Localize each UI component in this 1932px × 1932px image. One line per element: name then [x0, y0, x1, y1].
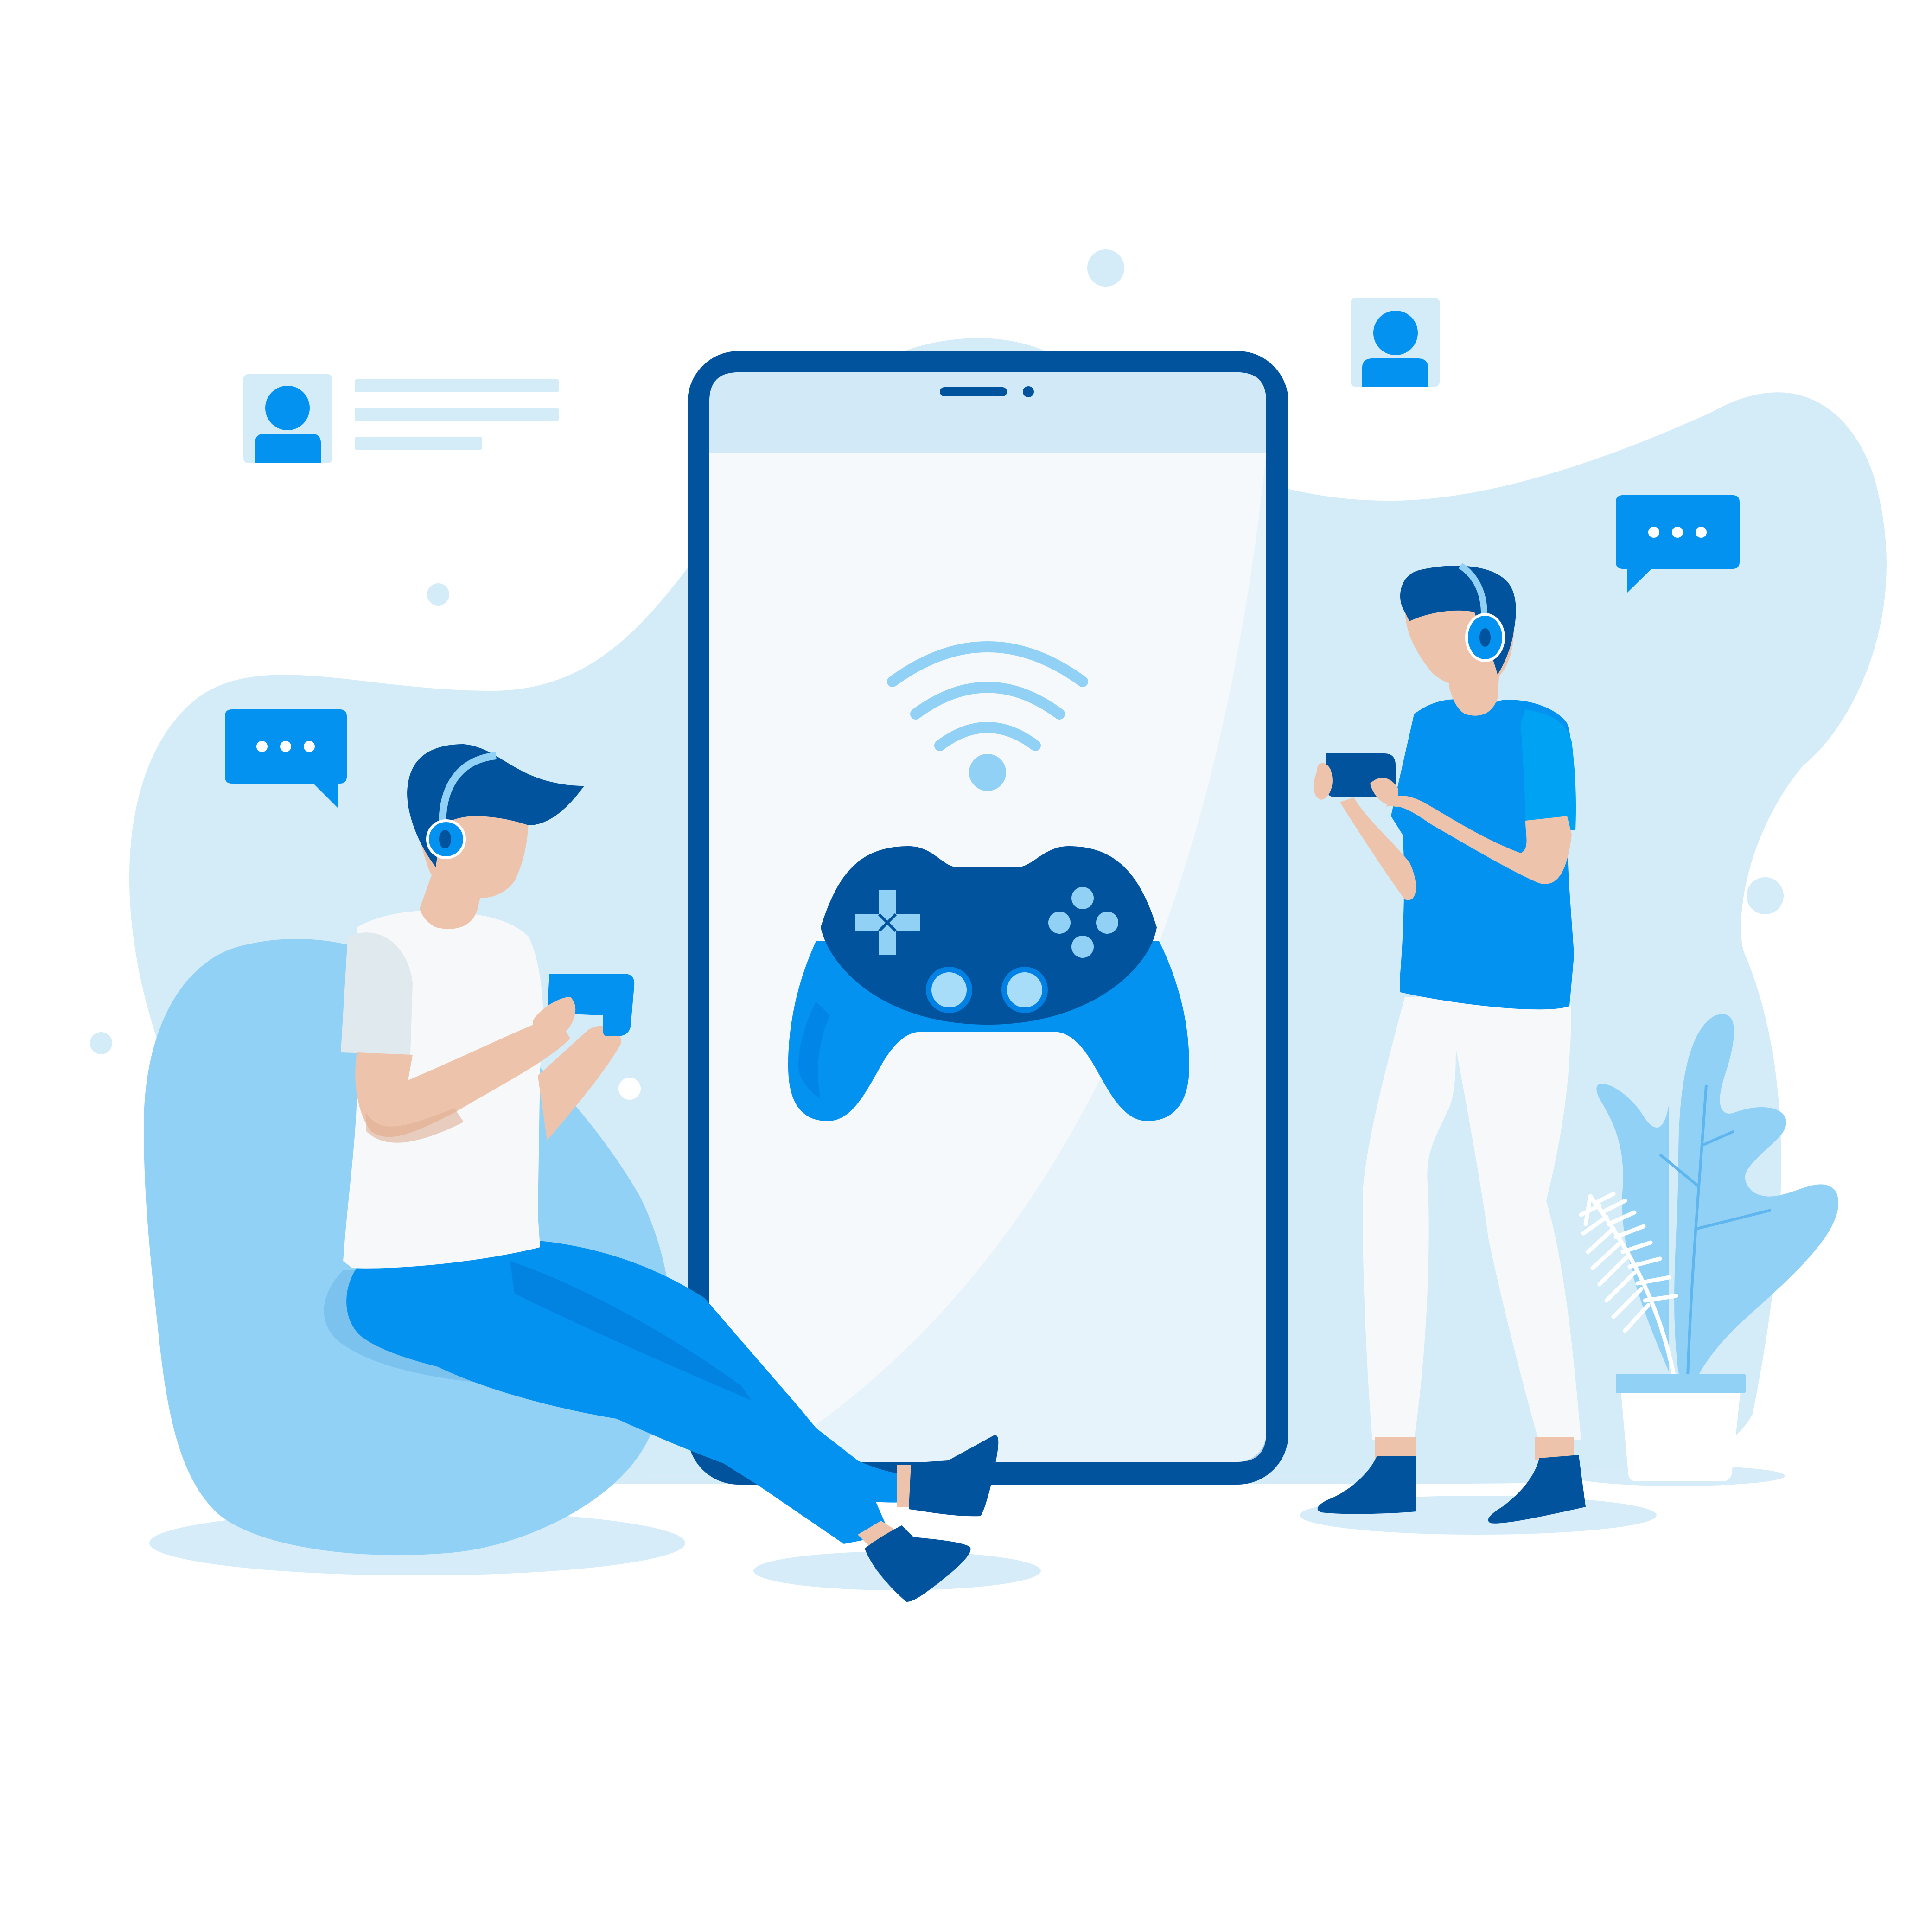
decor-dot: [427, 583, 449, 606]
decor-dot: [1087, 249, 1124, 287]
illustration-canvas: [90, 249, 1887, 1602]
decor-dot: [90, 1032, 112, 1054]
phone-icon: [688, 351, 1288, 1485]
wifi-dot: [969, 754, 1006, 791]
decor-dot: [1332, 575, 1354, 598]
phone-camera: [1023, 386, 1034, 397]
user-avatar-icon: [1351, 298, 1440, 387]
phone-speaker: [940, 387, 1007, 396]
decor-dot: [1747, 877, 1784, 914]
online-gaming-illustration: [0, 0, 1932, 1932]
decor-dot: [618, 1078, 641, 1100]
user-profile-card-icon: [243, 374, 559, 463]
phone-screen-header: [709, 372, 1266, 453]
